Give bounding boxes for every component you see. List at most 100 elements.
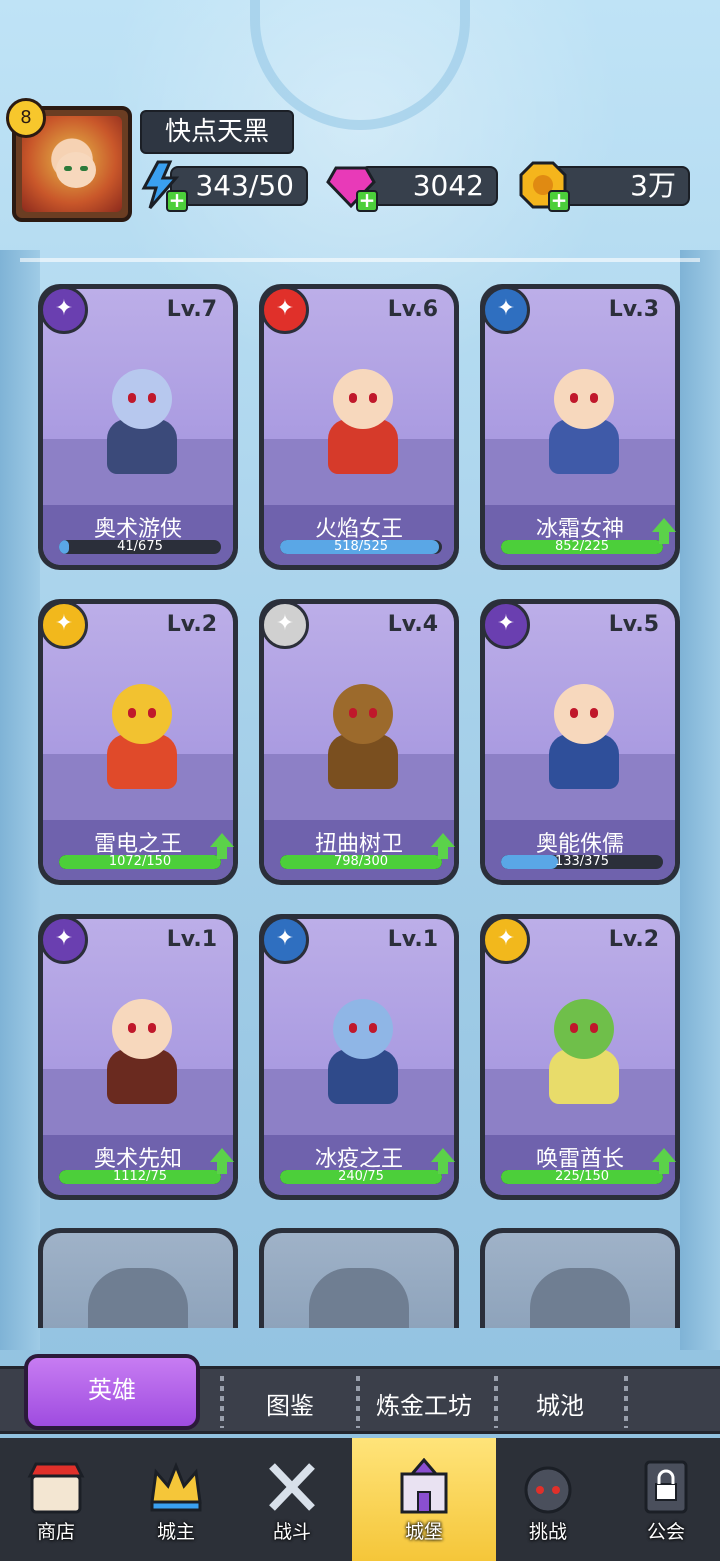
hero-eye xyxy=(128,393,136,403)
hero-portrait xyxy=(308,349,418,479)
hero-progress-text: 133/375 xyxy=(554,854,609,869)
hero-eye xyxy=(570,708,578,718)
hero-portrait xyxy=(87,979,197,1109)
add-gems-button[interactable]: + xyxy=(356,190,378,212)
nav-shop[interactable]: 商店 xyxy=(0,1450,112,1558)
add-energy-button[interactable]: + xyxy=(166,190,188,212)
lightning-icon: ✦ xyxy=(482,916,530,964)
hero-card[interactable]: 奥能侏儒 133/375 Lv.5 ✦ xyxy=(480,599,680,885)
hero-card[interactable]: 冰疫之王 240/75 Lv.1 ✦ xyxy=(259,914,459,1200)
hero-eye xyxy=(590,708,598,718)
nav-lord[interactable]: 城主 xyxy=(120,1450,232,1558)
hero-progress-text: 41/675 xyxy=(117,539,163,554)
hero-progress-text: 852/225 xyxy=(554,539,609,554)
helmet-icon: ✦ xyxy=(261,601,309,649)
demon-helmet-icon xyxy=(524,1466,572,1514)
hero-level: Lv.6 xyxy=(387,297,438,322)
avatar-eye-left xyxy=(64,166,72,171)
hero-head xyxy=(554,369,614,429)
upgrade-arrow-icon xyxy=(431,1148,455,1174)
hero-card[interactable]: 奥术游侠 41/675 Lv.7 ✦ xyxy=(38,284,238,570)
tab-codex[interactable]: 图鉴 xyxy=(266,1386,314,1421)
gold-bar: 3万 xyxy=(550,166,690,206)
hero-progress-text: 225/150 xyxy=(554,1169,609,1184)
hero-progress-text: 1072/150 xyxy=(108,854,172,869)
hero-eye xyxy=(570,393,578,403)
tab-separator xyxy=(494,1376,498,1428)
hero-level: Lv.3 xyxy=(608,297,659,322)
hero-silhouette xyxy=(88,1268,188,1328)
upgrade-arrow-icon xyxy=(210,1148,234,1174)
gems-value: 3042 xyxy=(412,169,484,202)
hero-card[interactable]: 火焰女王 518/525 Lv.6 ✦ xyxy=(259,284,459,570)
player-name: 快点天黑 xyxy=(140,110,294,154)
hero-eye xyxy=(369,393,377,403)
tab-separator xyxy=(624,1376,628,1428)
hero-silhouette xyxy=(530,1268,630,1328)
left-pillar xyxy=(0,250,40,1350)
hero-eye xyxy=(590,1023,598,1033)
nav-battle-label: 战斗 xyxy=(272,1521,311,1543)
header-divider xyxy=(20,258,700,262)
tab-alchemy[interactable]: 炼金工坊 xyxy=(376,1386,472,1421)
nav-guild[interactable]: 公会 xyxy=(610,1450,720,1558)
hero-card[interactable]: 扭曲树卫 798/300 Lv.4 ✦ xyxy=(259,599,459,885)
hero-level: Lv.4 xyxy=(387,612,438,637)
hero-card[interactable]: 雷电之王 1072/150 Lv.2 ✦ xyxy=(38,599,238,885)
gems-bar: 3042 xyxy=(360,166,498,206)
tab-heroes[interactable]: 英雄 xyxy=(24,1354,200,1430)
lock-icon xyxy=(644,1460,688,1514)
hero-level: Lv.1 xyxy=(166,927,217,952)
hero-card[interactable]: 冰霜女神 852/225 Lv.3 ✦ xyxy=(480,284,680,570)
hero-progress-text: 1112/75 xyxy=(112,1169,167,1184)
hero-head xyxy=(333,369,393,429)
hero-portrait xyxy=(529,664,639,794)
crystal-icon: ✦ xyxy=(482,286,530,334)
hero-eye xyxy=(128,708,136,718)
hero-head xyxy=(112,684,172,744)
hero-eye xyxy=(369,1023,377,1033)
arrows-icon: ✦ xyxy=(40,916,88,964)
add-gold-button[interactable]: + xyxy=(548,190,570,212)
hero-progress-text: 798/300 xyxy=(333,854,388,869)
nav-castle-label: 城堡 xyxy=(404,1521,443,1543)
hero-head xyxy=(554,999,614,1059)
nav-castle[interactable]: 城堡 xyxy=(368,1450,480,1558)
avatar-face xyxy=(56,152,96,188)
tab-city[interactable]: 城池 xyxy=(536,1386,584,1421)
hero-silhouette xyxy=(309,1268,409,1328)
locked-hero-card xyxy=(259,1228,459,1328)
nav-battle[interactable]: 战斗 xyxy=(236,1450,348,1558)
nav-lord-label: 城主 xyxy=(156,1521,195,1543)
nav-challenge-label: 挑战 xyxy=(528,1521,567,1543)
hero-eye xyxy=(590,393,598,403)
upgrade-arrow-icon xyxy=(652,518,676,544)
gold-value: 3万 xyxy=(630,169,676,202)
hero-card[interactable]: 唤雷酋长 225/150 Lv.2 ✦ xyxy=(480,914,680,1200)
player-level-badge: 8 xyxy=(6,98,46,138)
nav-challenge[interactable]: 挑战 xyxy=(492,1450,604,1558)
hero-head xyxy=(333,684,393,744)
crown-icon xyxy=(150,1461,202,1512)
hero-head xyxy=(112,369,172,429)
lightning-icon: ✦ xyxy=(40,601,88,649)
locked-hero-card xyxy=(38,1228,238,1328)
hero-eye xyxy=(148,393,156,403)
castle-icon xyxy=(400,1457,448,1514)
tab-separator xyxy=(220,1376,224,1428)
tab-separator xyxy=(356,1376,360,1428)
hero-card[interactable]: 奥术先知 1112/75 Lv.1 ✦ xyxy=(38,914,238,1200)
locked-hero-card xyxy=(480,1228,680,1328)
hero-level: Lv.1 xyxy=(387,927,438,952)
hero-portrait xyxy=(529,349,639,479)
hero-portrait xyxy=(87,664,197,794)
hero-eye xyxy=(369,708,377,718)
hero-level: Lv.7 xyxy=(166,297,217,322)
hero-eye xyxy=(349,393,357,403)
hero-progress-text: 240/75 xyxy=(338,1169,384,1184)
upgrade-arrow-icon xyxy=(210,833,234,859)
shop-icon xyxy=(27,1462,85,1514)
hero-progress-text: 518/525 xyxy=(333,539,388,554)
energy-value: 343/50 xyxy=(195,169,294,202)
hero-level: Lv.5 xyxy=(608,612,659,637)
